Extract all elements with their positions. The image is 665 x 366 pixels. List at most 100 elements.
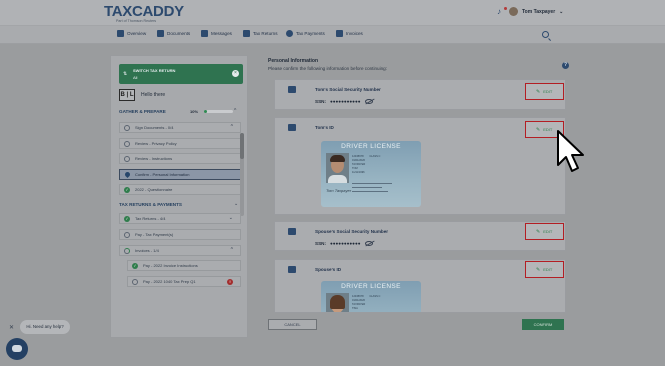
pencil-icon: ✎	[536, 228, 541, 235]
checklist-item-invoice-instructions[interactable]: ✓ Pay - 2022 Invoice Instructions	[127, 260, 241, 271]
nav-label: Tax Returns	[253, 31, 278, 36]
card-tom-id: Tom's ID ✎ EDIT DRIVER LICENSE 12345678 …	[274, 117, 566, 215]
nav-documents[interactable]: Documents	[157, 30, 190, 37]
item-label: Sign Documents - 0/4	[135, 125, 174, 130]
folder-icon	[157, 30, 164, 37]
cancel-button[interactable]: CANCEL	[268, 319, 317, 330]
driver-license-image: DRIVER LICENSE 12345678 CLASS C 01/01/20…	[321, 281, 421, 312]
item-label: Review - Instructions	[135, 156, 173, 161]
checklist-sidebar: ⇅ SWITCH TAX RETURN All × B | L Hello th…	[110, 55, 248, 338]
notification-dot	[504, 7, 507, 10]
checklist-item-instructions[interactable]: Review - Instructions	[119, 153, 241, 164]
chevron-up-icon[interactable]: ^	[231, 247, 233, 253]
nav-tax-payments[interactable]: Tax Payments	[286, 30, 325, 37]
client-badge: B | L	[119, 89, 135, 101]
confirm-button[interactable]: CONFIRM	[522, 319, 564, 330]
nav-label: Invoices	[346, 31, 363, 36]
checklist-item-questionnaire[interactable]: ✓ 2022 - Questionnaire	[119, 184, 241, 195]
license-dob: 11/11/1996	[352, 171, 365, 174]
sidebar-scrollbar[interactable]	[240, 133, 244, 216]
chat-launcher-button[interactable]	[6, 338, 28, 360]
message-icon	[201, 30, 208, 37]
nav-invoices[interactable]: Invoices	[336, 30, 363, 37]
nav-label: Overview	[127, 31, 147, 36]
location-pin-icon	[123, 170, 131, 179]
check-icon: ✓	[132, 263, 138, 269]
license-signature: Tom Taxpayer	[326, 188, 352, 193]
user-menu[interactable]: ♪ Tom Taxpayer ⌄	[497, 7, 563, 16]
card-title: Tom's ID	[315, 125, 334, 130]
license-field-line	[352, 187, 382, 189]
status-empty-icon	[132, 279, 138, 285]
license-title: DRIVER LICENSE	[341, 283, 401, 290]
logo-tagline: Part of Thomson Reuters	[116, 19, 157, 23]
chevron-down-icon[interactable]: ⌄	[229, 215, 233, 221]
gather-prepare-heading[interactable]: GATHER & PREPARE	[119, 109, 166, 114]
chevron-up-icon[interactable]: ^	[234, 108, 236, 114]
license-field-line	[352, 191, 388, 193]
checklist-item-tax-payments[interactable]: Pay - Tax Payment(s)	[119, 229, 241, 240]
status-partial-icon	[124, 248, 130, 254]
chevron-down-icon[interactable]: ⌄	[234, 201, 238, 207]
page-subtitle: Please confirm the following information…	[268, 66, 387, 71]
close-icon[interactable]: ✕	[9, 324, 14, 331]
checklist-item-tax-returns[interactable]: ✓ Tax Returns - 4/4 ⌄	[119, 213, 241, 224]
nav-overview[interactable]: Overview	[117, 30, 146, 37]
license-class: CLASS C	[369, 155, 381, 158]
avatar	[509, 7, 518, 16]
greeting: Hello there	[141, 92, 166, 98]
driver-license-image: DRIVER LICENSE 12345678 CLASS C 01/01/20…	[321, 141, 421, 207]
eye-slash-icon[interactable]	[364, 241, 373, 246]
chat-greeting-bubble[interactable]: Hi. Need any help?	[20, 320, 70, 334]
license-class: CLASS C	[369, 295, 381, 298]
nav-messages[interactable]: Messages	[201, 30, 232, 37]
item-label: 2022 - Questionnaire	[135, 187, 173, 192]
chevron-up-icon[interactable]: ^	[231, 124, 233, 130]
edit-button[interactable]: ✎ EDIT	[525, 83, 564, 100]
scrollbar-thumb[interactable]	[240, 133, 244, 159]
eye-slash-icon[interactable]	[364, 99, 373, 104]
card-title: Tom's Social Security Number	[315, 87, 381, 92]
license-field-line	[352, 183, 392, 185]
ssn-row: SSN: ●●●●●●●●●●●	[315, 241, 373, 246]
license-first-name: TINA	[352, 307, 358, 310]
license-photo	[326, 293, 349, 312]
checklist-item-tax-prep-invoice[interactable]: Pay - 2022 1040 Tax Prep Q1 !	[127, 276, 241, 287]
checklist-item-invoices[interactable]: Invoices - 1/4 ^	[119, 245, 241, 256]
progress-fill	[204, 110, 207, 113]
tax-returns-payments-heading[interactable]: TAX RETURNS & PAYMENTS	[119, 202, 182, 207]
license-number: 12345678	[352, 295, 364, 298]
id-card-icon	[288, 86, 296, 93]
help-icon[interactable]: ?	[562, 62, 569, 69]
edit-button[interactable]: ✎ EDIT	[525, 223, 564, 240]
edit-label: EDIT	[543, 267, 553, 272]
bell-icon[interactable]: ♪	[497, 7, 507, 16]
check-icon: ✓	[124, 187, 130, 193]
item-label: Pay - 2022 Invoice Instructions	[143, 263, 198, 268]
switch-icon: ⇅	[123, 71, 128, 77]
users-icon	[288, 266, 296, 273]
edit-button[interactable]: ✎ EDIT	[525, 261, 564, 278]
item-label: Confirm - Personal Information	[135, 172, 190, 177]
item-label: Pay - Tax Payment(s)	[135, 232, 174, 237]
checklist-item-privacy-policy[interactable]: Review - Privacy Policy	[119, 138, 241, 149]
taxcaddy-logo[interactable]: TAXCADDY Part of Thomson Reuters	[104, 4, 184, 24]
check-icon: ✓	[124, 216, 130, 222]
edit-label: EDIT	[543, 127, 553, 132]
invoice-icon	[336, 30, 343, 37]
close-icon[interactable]: ×	[232, 70, 239, 77]
search-icon[interactable]	[542, 31, 549, 38]
ssn-label: SSN:	[315, 241, 326, 246]
checklist-item-sign-documents[interactable]: Sign Documents - 0/4 ^	[119, 122, 241, 133]
status-empty-icon	[124, 156, 130, 162]
nav-label: Documents	[167, 31, 191, 36]
switch-tax-return-button[interactable]: ⇅ SWITCH TAX RETURN All ×	[119, 64, 243, 84]
nav-tax-returns[interactable]: Tax Returns	[243, 30, 278, 37]
id-card-icon	[288, 228, 296, 235]
license-number: 12345678	[352, 155, 364, 158]
nav-label: Tax Payments	[296, 31, 325, 36]
checklist-item-personal-information[interactable]: Confirm - Personal Information	[119, 169, 241, 180]
card-tom-ssn: Tom's Social Security Number SSN: ●●●●●●…	[274, 79, 566, 110]
id-card-icon	[288, 124, 296, 131]
license-photo	[326, 153, 349, 183]
